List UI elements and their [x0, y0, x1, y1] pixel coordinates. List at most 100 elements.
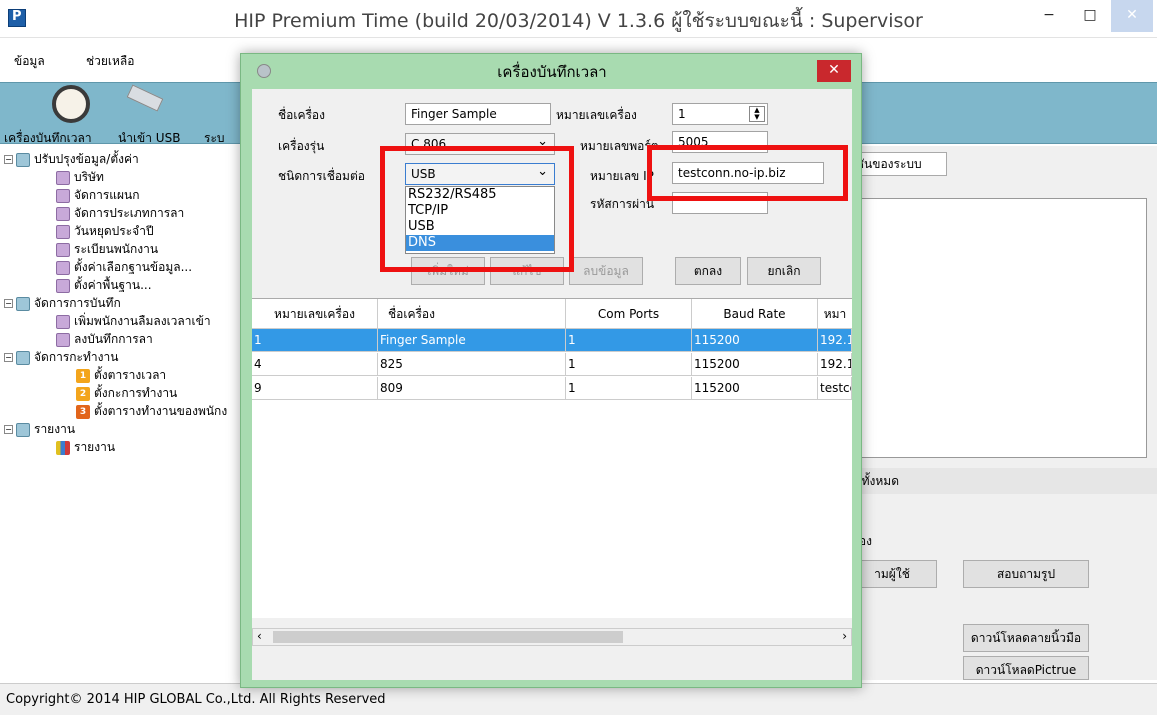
tree-label: เพิ่มพนักงานลืมลงเวลาเข้า [74, 314, 211, 328]
collapse-icon[interactable]: − [4, 425, 13, 434]
dialog-close-button[interactable]: ✕ [817, 60, 851, 82]
column-header-device-number[interactable]: หมายเลขเครื่อง [252, 299, 378, 329]
spinner-icon[interactable]: ▲ ▼ [749, 106, 765, 122]
download-fingerprint-button[interactable]: ดาวน์โหลดลายนิ้วมือ [963, 624, 1089, 652]
calendar-icon [56, 224, 70, 239]
cell-device-number: 1 [252, 329, 378, 352]
tree-item-leave-types[interactable]: จัดการประเภทการลา [56, 204, 184, 223]
nav-tree: − ปรับปรุงข้อมูล/ตั้งค่า บริษัท จัดการแผน… [0, 146, 270, 680]
cancel-all-label[interactable]: ลิกทั้งหมด [847, 468, 1157, 494]
column-header-device-name[interactable]: ชื่อเครื่อง [378, 299, 566, 329]
tree-label: ตั้งค่าเลือกฐานข้อมูล... [74, 260, 193, 274]
tree-item-company[interactable]: บริษัท [56, 168, 104, 187]
cell-device-name: Finger Sample [378, 329, 566, 352]
scrollbar-thumb[interactable] [273, 631, 623, 643]
query-photo-button[interactable]: สอบถามรูป [963, 560, 1089, 588]
tree-item-employees[interactable]: ระเบียนพนักงาน [56, 240, 158, 259]
menu-item-help[interactable]: ช่วยเหลือ [86, 52, 135, 71]
ok-button[interactable]: ตกลง [675, 257, 741, 285]
leave-type-icon [56, 206, 70, 221]
tree-item-forgot-checkin[interactable]: เพิ่มพนักงานลืมลงเวลาเข้า [56, 312, 211, 331]
cell-com-ports: 1 [566, 329, 692, 352]
tree-label: วันหยุดประจำปี [74, 224, 154, 238]
tree-label: จัดการกะทำงาน [34, 350, 119, 364]
cell-device-number: 4 [252, 353, 378, 376]
folder-icon [16, 296, 30, 311]
tree-item-work-shift[interactable]: 2 ตั้งกะการทำงาน [76, 384, 177, 403]
tree-item-reports[interactable]: − รายงาน [4, 420, 75, 439]
tree-item-basic-settings[interactable]: ตั้งค่าพื้นฐาน... [56, 276, 152, 295]
tree-label: จัดการการบันทึก [34, 296, 121, 310]
device-name-field[interactable]: Finger Sample [405, 103, 551, 125]
close-button[interactable]: ✕ [1111, 0, 1153, 32]
minimize-button[interactable]: − [1028, 0, 1070, 32]
cell-device-name: 809 [378, 377, 566, 400]
cell-baud-rate: 115200 [692, 377, 818, 400]
tree-item-timetable[interactable]: 1 ตั้งตารางเวลา [76, 366, 166, 385]
folder-icon [16, 152, 30, 167]
device-number-value: 1 [678, 107, 686, 121]
employee-icon [56, 242, 70, 257]
window-title: HIP Premium Time (build 20/03/2014) V 1.… [234, 10, 923, 32]
number-two-icon: 2 [76, 386, 90, 401]
device-table: หมายเลขเครื่อง ชื่อเครื่อง Com Ports Bau… [252, 298, 852, 618]
connection-type-label: ชนิดการเชื่อมต่อ [278, 169, 365, 183]
tree-label: รายงาน [34, 422, 76, 436]
device-name-label: ชื่อเครื่อง [278, 108, 325, 122]
cell-com-ports: 1 [566, 353, 692, 376]
tree-item-department[interactable]: จัดการแผนก [56, 186, 140, 205]
tree-item-report[interactable]: รายงาน [56, 438, 115, 457]
horizontal-scrollbar[interactable]: ‹ › [252, 628, 852, 646]
delete-button[interactable]: ลบข้อมูล [569, 257, 643, 285]
alarm-clock-icon[interactable] [52, 85, 90, 123]
tree-label: ตั้งตารางเวลา [94, 368, 167, 382]
tree-item-record-leave[interactable]: ลงบันทึกการลา [56, 330, 153, 349]
dialog-title: เครื่องบันทึกเวลา [497, 63, 607, 81]
tree-label: ตั้งตารางทำงานของพนักง [94, 404, 228, 418]
number-three-icon: 3 [76, 404, 90, 419]
tree-label: บริษัท [74, 170, 104, 184]
cell-baud-rate: 115200 [692, 329, 818, 352]
collapse-icon[interactable]: − [4, 353, 13, 362]
cell-ip: testco [818, 377, 852, 400]
folder-icon [16, 422, 30, 437]
number-one-icon: 1 [76, 368, 90, 383]
folder-icon [16, 350, 30, 365]
cell-baud-rate: 115200 [692, 353, 818, 376]
department-icon [56, 188, 70, 203]
cell-device-name: 825 [378, 353, 566, 376]
tree-item-holidays[interactable]: วันหยุดประจำปี [56, 222, 154, 241]
tree-item-shifts[interactable]: − จัดการกะทำงาน [4, 348, 118, 367]
scroll-left-icon[interactable]: ‹ [257, 629, 262, 643]
employee-add-icon [56, 314, 70, 329]
tree-item-database[interactable]: ตั้งค่าเลือกฐานข้อมูล... [56, 258, 192, 277]
tree-label: ปรับปรุงข้อมูล/ตั้งค่า [34, 152, 139, 166]
column-header-com-ports[interactable]: Com Ports [566, 299, 692, 329]
tree-label: ตั้งกะการทำงาน [94, 386, 178, 400]
tree-item-settings[interactable]: − ปรับปรุงข้อมูล/ตั้งค่า [4, 150, 139, 169]
collapse-icon[interactable]: − [4, 155, 13, 164]
cell-ip: 192.1 [818, 329, 852, 352]
tree-label: ลงบันทึกการลา [74, 332, 153, 346]
download-picture-log-button[interactable]: ดาวน์โหลดPictrue Log [963, 656, 1089, 680]
tree-label: ตั้งค่าพื้นฐาน... [74, 278, 152, 292]
highlight-box-ip-address [647, 145, 848, 201]
column-header-ip[interactable]: หมา [818, 299, 852, 329]
tree-label: จัดการประเภทการลา [74, 206, 185, 220]
tree-label: รายงาน [74, 440, 116, 454]
right-panel-list [847, 198, 1147, 458]
leave-icon [56, 332, 70, 347]
collapse-icon[interactable]: − [4, 299, 13, 308]
maximize-button[interactable]: □ [1069, 0, 1111, 32]
copyright-text: Copyright© 2014 HIP GLOBAL Co.,Ltd. All … [6, 692, 386, 707]
device-number-field[interactable]: 1 ▲ ▼ [672, 103, 768, 125]
usb-drive-icon[interactable] [126, 84, 164, 112]
ip-number-label: หมายเลข IP [590, 169, 654, 183]
menu-item-data[interactable]: ข้อมูล [14, 52, 45, 71]
tree-item-records[interactable]: − จัดการการบันทึก [4, 294, 121, 313]
tree-item-employee-schedule[interactable]: 3 ตั้งตารางทำงานของพนักง [76, 402, 227, 421]
column-header-baud-rate[interactable]: Baud Rate [692, 299, 818, 329]
tree-label: จัดการแผนก [74, 188, 140, 202]
cancel-button[interactable]: ยกเลิก [747, 257, 821, 285]
scroll-right-icon[interactable]: › [842, 629, 847, 643]
